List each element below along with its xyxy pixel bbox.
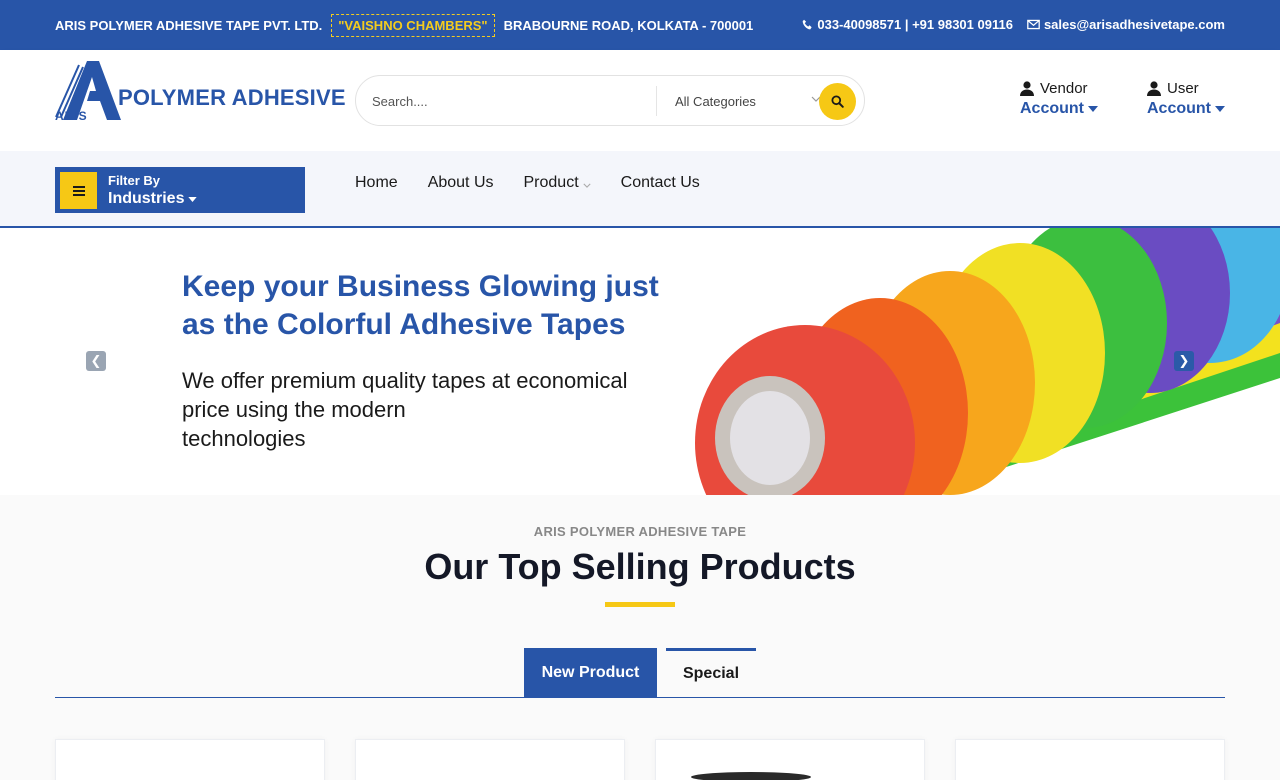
vendor-account-label: Account (1020, 100, 1084, 117)
filter-by-industries-button[interactable]: Filter By Industries (55, 167, 305, 213)
email-text: sales@arisadhesivetape.com (1043, 17, 1225, 32)
main-navbar: Filter By Industries Home About Us Produ… (0, 151, 1280, 228)
chevron-right-icon: ❯ (1178, 353, 1190, 368)
caret-down-icon (1215, 106, 1225, 112)
search-button[interactable] (819, 83, 856, 120)
user-label: User (1167, 80, 1199, 97)
product-image (691, 772, 811, 780)
phone-icon (802, 19, 813, 30)
phone-text: 033-40098571 | +91 98301 09116 (817, 17, 1013, 32)
user-icon (1147, 81, 1161, 96)
company-address: ARIS POLYMER ADHESIVE TAPE PVT. LTD. "VA… (55, 14, 753, 37)
user-icon (1020, 81, 1034, 96)
section-title: Our Top Selling Products (424, 546, 856, 587)
hero-headline-line1: Keep your Business Glowing just (182, 270, 659, 303)
vendor-label: Vendor (1040, 80, 1088, 97)
product-card[interactable] (955, 739, 1225, 780)
hero-subtext-line3: technologies (182, 426, 306, 451)
caret-down-icon (1088, 106, 1098, 112)
address-text: BRABOURNE ROAD, KOLKATA - 700001 (503, 18, 754, 33)
phone-link[interactable]: 033-40098571 | +91 98301 09116 (802, 17, 1013, 32)
nav-item-product[interactable]: Product (524, 174, 591, 192)
caret-down-icon (188, 196, 198, 202)
tab-new-product[interactable]: New Product (524, 648, 657, 697)
vendor-account-menu[interactable]: Vendor Account (1020, 80, 1098, 118)
product-grid (55, 739, 1225, 780)
site-logo[interactable]: POLYMER ADHESIVE ARIS (55, 59, 346, 123)
envelope-icon (1027, 19, 1040, 30)
nav-item-about-us[interactable]: About Us (428, 174, 494, 192)
category-select[interactable]: All Categories (675, 94, 756, 109)
nav-item-contact-us[interactable]: Contact Us (621, 174, 700, 192)
user-account-label: Account (1147, 100, 1211, 117)
top-info-bar: ARIS POLYMER ADHESIVE TAPE PVT. LTD. "VA… (0, 0, 1280, 50)
filter-label: Filter By (108, 173, 161, 188)
building-name: "VAISHNO CHAMBERS" (331, 14, 495, 37)
logo-aris-text: ARIS (55, 109, 88, 123)
logo-text: POLYMER ADHESIVE (118, 85, 346, 110)
section-kicker: ARIS POLYMER ADHESIVE TAPE (533, 524, 747, 539)
search-divider (656, 86, 657, 116)
hero-headline-line2: as the Colorful Adhesive Tapes (182, 308, 626, 341)
hamburger-icon (60, 172, 97, 209)
carousel-prev-button[interactable]: ❮ (86, 351, 106, 371)
product-tabs: New Product Special (55, 648, 1225, 698)
site-header: POLYMER ADHESIVE ARIS All Categories Ven… (0, 50, 1280, 151)
hero-banner: Keep your Business Glowing just as the C… (0, 228, 1280, 495)
title-underline (605, 602, 675, 607)
search-icon (831, 95, 844, 108)
hero-headline: Keep your Business Glowing just as the C… (182, 268, 702, 344)
carousel-next-button[interactable]: ❯ (1174, 351, 1194, 371)
product-card[interactable] (655, 739, 925, 780)
nav-item-product-label: Product (523, 174, 579, 191)
nav-item-home[interactable]: Home (355, 174, 398, 192)
hero-subtext-line1: We offer premium quality tapes at econom… (182, 368, 628, 393)
user-account-menu[interactable]: User Account (1147, 80, 1225, 118)
email-link[interactable]: sales@arisadhesivetape.com (1027, 17, 1225, 32)
product-card[interactable] (55, 739, 325, 780)
chevron-down-icon (583, 183, 591, 188)
hero-subtext-line2: price using the modern (182, 397, 406, 422)
nav-menu: Home About Us Product Contact Us (355, 174, 700, 192)
company-name: ARIS POLYMER ADHESIVE TAPE PVT. LTD. (55, 18, 323, 33)
filter-industries-label: Industries (108, 190, 198, 208)
chevron-left-icon: ❮ (90, 353, 102, 368)
top-selling-section: ARIS POLYMER ADHESIVE TAPE Our Top Selli… (0, 495, 1280, 780)
industries-text: Industries (108, 190, 185, 207)
hero-subtext: We offer premium quality tapes at econom… (182, 366, 702, 453)
product-card[interactable] (355, 739, 625, 780)
search-bar: All Categories (355, 75, 865, 126)
tab-special[interactable]: Special (666, 648, 756, 697)
search-input[interactable] (372, 90, 642, 112)
